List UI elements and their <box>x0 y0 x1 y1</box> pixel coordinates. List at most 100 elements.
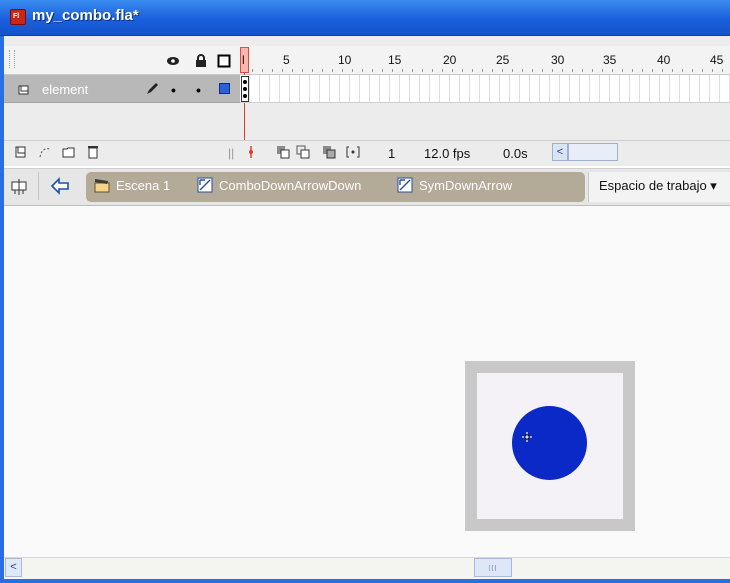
workspace-label: Espacio de trabajo ▾ <box>599 178 717 193</box>
layer-name[interactable]: element <box>42 82 88 97</box>
frame-number: 15 <box>388 53 402 67</box>
frame-number: 45 <box>710 53 724 67</box>
ruler-tick <box>312 69 313 72</box>
ruler-tick <box>572 69 573 72</box>
outline-square-icon[interactable] <box>217 54 231 68</box>
workspace-dropdown[interactable]: Espacio de trabajo ▾ <box>588 172 730 202</box>
footer-divider: || <box>228 146 235 160</box>
scene-icon <box>94 179 110 193</box>
back-arrow-icon[interactable] <box>50 176 70 196</box>
onion-skin-outlines-icon[interactable] <box>296 145 310 159</box>
ruler-tick <box>542 69 543 72</box>
ruler-tick <box>442 69 443 72</box>
insert-layer-icon[interactable] <box>14 145 28 159</box>
current-frame-value: 1 <box>388 146 396 161</box>
trash-icon[interactable] <box>86 145 100 159</box>
ruler-tick <box>362 69 363 72</box>
panel-grip-handle[interactable] <box>9 50 15 68</box>
eye-icon[interactable] <box>166 54 180 68</box>
frame-number: 5 <box>283 53 290 67</box>
ruler-tick <box>562 69 563 72</box>
ruler-tick <box>322 69 323 72</box>
timeline-toggle-icon[interactable] <box>10 178 28 196</box>
ruler-tick <box>382 69 383 72</box>
center-frame-icon[interactable] <box>246 145 256 159</box>
breadcrumb-symdownarrow[interactable]: SymDownArrow <box>419 178 512 193</box>
ruler-tick <box>632 69 633 72</box>
frame-number: 20 <box>443 53 457 67</box>
edit-multiple-frames-icon[interactable] <box>322 145 336 159</box>
window-bottom-border <box>0 579 730 583</box>
ruler-tick <box>662 69 663 72</box>
scroll-thumb[interactable] <box>474 558 512 577</box>
ruler-tick <box>462 69 463 72</box>
editbar-divider <box>38 172 39 200</box>
ruler-tick <box>422 69 423 72</box>
timeline-scroll-left-button[interactable]: < <box>552 143 568 161</box>
ruler-tick <box>472 69 473 72</box>
frame-numbers[interactable]: 5 10 15 20 25 30 35 40 45 <box>240 46 730 74</box>
flash-app-icon: Fl <box>10 9 26 25</box>
registration-point-icon <box>522 432 532 442</box>
ruler-tick <box>702 69 703 72</box>
ruler-tick <box>302 69 303 72</box>
ruler-tick <box>692 69 693 72</box>
scroll-left-button[interactable]: < <box>5 558 22 577</box>
movieclip-symbol-icon <box>197 177 213 193</box>
ruler-tick <box>722 69 723 72</box>
ruler-tick <box>282 69 283 72</box>
ruler-tick <box>612 69 613 72</box>
ruler-tick <box>652 69 653 72</box>
frame-number: 35 <box>603 53 617 67</box>
visibility-dot[interactable]: • <box>171 82 176 98</box>
timeline-footer <box>4 140 730 166</box>
onion-skin-icon[interactable] <box>276 145 290 159</box>
layer-frames-row[interactable] <box>240 75 730 103</box>
ruler-tick <box>342 69 343 72</box>
ruler-tick <box>502 69 503 72</box>
layer-outline-color-swatch[interactable] <box>219 83 230 94</box>
playhead[interactable]: l <box>240 47 249 73</box>
layer-row-element[interactable] <box>4 75 240 103</box>
window-title: my_combo.fla* <box>32 7 139 24</box>
ruler-tick <box>552 69 553 72</box>
ruler-tick <box>392 69 393 72</box>
add-motion-guide-icon[interactable] <box>38 145 52 159</box>
layer-icon <box>18 85 29 95</box>
timeline-scroll-thumb[interactable] <box>568 143 618 161</box>
ruler-tick <box>252 69 253 72</box>
stage-horizontal-scrollbar[interactable] <box>4 557 730 579</box>
blue-circle-shape[interactable] <box>512 406 587 480</box>
movieclip-symbol-icon <box>397 177 413 193</box>
breadcrumb-combodownarrowdown[interactable]: ComboDownArrowDown <box>219 178 361 193</box>
ruler-tick <box>482 69 483 72</box>
frame-number: 25 <box>496 53 510 67</box>
insert-folder-icon[interactable] <box>62 145 76 159</box>
elapsed-time-value: 0.0s <box>503 146 528 161</box>
ruler-tick <box>512 69 513 72</box>
ruler-tick <box>672 69 673 72</box>
ruler-tick <box>412 69 413 72</box>
ruler-tick <box>712 69 713 72</box>
ruler-tick <box>372 69 373 72</box>
lock-icon[interactable] <box>194 54 208 68</box>
ruler-tick <box>492 69 493 72</box>
ruler-tick <box>402 69 403 72</box>
frame-number: 30 <box>551 53 565 67</box>
ruler-tick <box>622 69 623 72</box>
keyframe[interactable] <box>241 76 249 102</box>
frame-number: 40 <box>657 53 671 67</box>
ruler-tick <box>682 69 683 72</box>
ruler-tick <box>592 69 593 72</box>
frame-rate-value[interactable]: 12.0 fps <box>424 146 470 161</box>
ruler-tick <box>532 69 533 72</box>
ruler-tick <box>432 69 433 72</box>
ruler-tick <box>332 69 333 72</box>
pencil-icon <box>147 83 158 94</box>
breadcrumb-scene[interactable]: Escena 1 <box>116 178 170 193</box>
lock-dot[interactable]: • <box>196 82 201 98</box>
ruler-tick <box>352 69 353 72</box>
ruler-tick <box>262 69 263 72</box>
ruler-tick <box>272 69 273 72</box>
modify-onion-markers-icon[interactable] <box>346 145 360 159</box>
